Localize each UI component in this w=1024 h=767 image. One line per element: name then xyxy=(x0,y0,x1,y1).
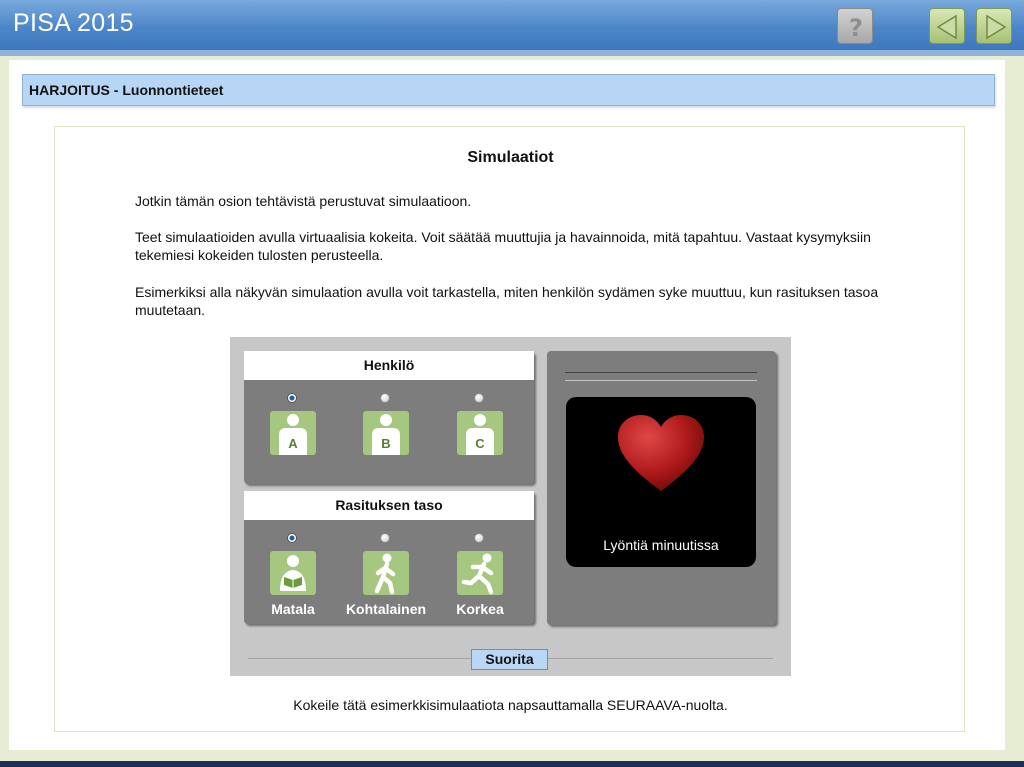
example-paragraph: Esimerkiksi alla näkyvän simulaation avu… xyxy=(135,284,879,318)
effort-panel: Rasituksen taso Matala Kohtalainen Korke… xyxy=(244,491,534,624)
person-heading: Henkilö xyxy=(244,351,534,380)
effort-medium-radio[interactable] xyxy=(380,533,390,543)
heart-rate-monitor: Lyöntiä minuutissa xyxy=(547,351,776,625)
heart-icon xyxy=(618,415,704,491)
effort-high-radio[interactable] xyxy=(474,533,484,543)
monitor-screen: Lyöntiä minuutissa xyxy=(566,397,756,567)
walking-person-icon xyxy=(374,553,396,595)
intro-paragraph: Jotkin tämän osion tehtävistä perustuvat… xyxy=(135,193,472,209)
effort-low-tile[interactable] xyxy=(270,551,316,595)
effort-high-tile[interactable] xyxy=(457,551,503,595)
section-title: HARJOITUS - Luonnontieteet xyxy=(29,82,224,98)
left-arrow-icon xyxy=(936,14,957,40)
simulation: Henkilö A B C Rasituksen taso Matala Koh… xyxy=(230,337,791,676)
person-letter: C xyxy=(475,436,485,451)
effort-low-radio[interactable] xyxy=(287,533,297,543)
section-header: HARJOITUS - Luonnontieteet xyxy=(22,74,995,106)
effort-high-label: Korkea xyxy=(456,601,504,617)
footer-note: Kokeile tätä esimerkkisimulaatiota napsa… xyxy=(293,697,728,713)
person-a-tile[interactable]: A xyxy=(270,411,316,455)
effort-medium-tile[interactable] xyxy=(363,551,409,595)
help-button[interactable]: ? xyxy=(837,8,873,44)
person-letter: A xyxy=(288,436,298,451)
person-c-tile[interactable]: C xyxy=(457,411,503,455)
person-b-radio[interactable] xyxy=(380,393,390,403)
app-title: PISA 2015 xyxy=(13,9,134,37)
question-mark-icon: ? xyxy=(849,14,863,42)
person-c-radio[interactable] xyxy=(474,393,484,403)
running-person-icon xyxy=(461,553,494,595)
svg-text:?: ? xyxy=(849,14,863,42)
run-button[interactable]: Suorita xyxy=(471,649,548,670)
bpm-label: Lyöntiä minuutissa xyxy=(603,537,719,553)
top-bar: PISA 2015 ? xyxy=(0,0,1024,50)
monitor-divider xyxy=(565,372,757,381)
instructions-paragraph: Teet simulaatioiden avulla virtuaalisia … xyxy=(135,229,871,263)
next-button[interactable] xyxy=(976,8,1012,44)
right-arrow-icon xyxy=(986,14,1007,40)
person-panel: Henkilö A B C xyxy=(244,351,534,484)
person-b-tile[interactable]: B xyxy=(363,411,409,455)
effort-heading: Rasituksen taso xyxy=(244,491,534,520)
person-letter: B xyxy=(381,436,391,451)
person-a-radio[interactable] xyxy=(287,393,297,403)
previous-button[interactable] xyxy=(929,8,965,44)
bottom-strip xyxy=(0,761,1024,767)
reading-person-icon xyxy=(280,555,306,591)
header-strip xyxy=(0,50,1024,56)
page-title: Simulaatiot xyxy=(467,149,554,166)
